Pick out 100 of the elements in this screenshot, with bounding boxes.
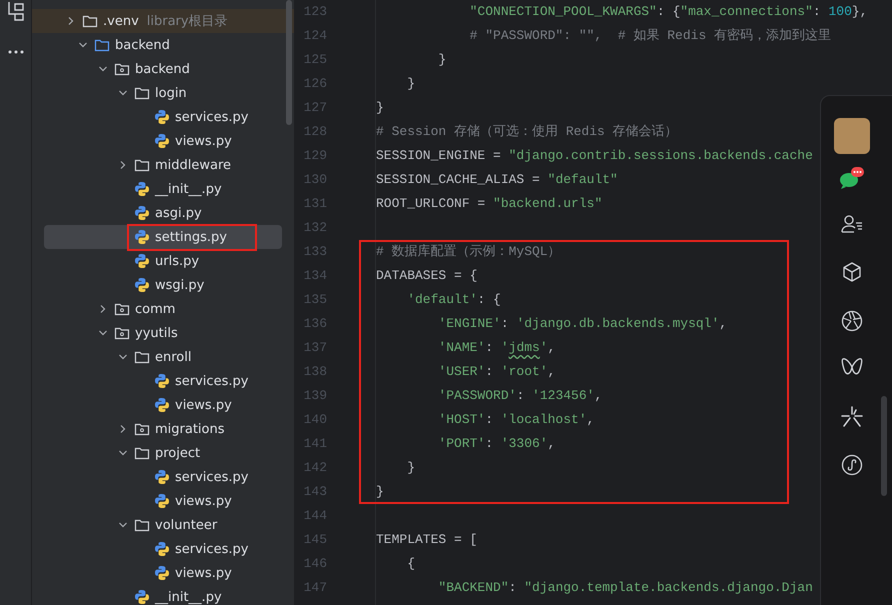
code-token: 'USER' bbox=[437, 364, 486, 379]
python-file-icon bbox=[134, 205, 150, 221]
code-token: : { bbox=[656, 4, 680, 19]
code-token: : { bbox=[477, 292, 501, 307]
folder-icon bbox=[134, 421, 150, 437]
tree-item[interactable]: comm bbox=[44, 297, 282, 321]
code-token: : bbox=[516, 388, 526, 403]
code-token: "backend.urls" bbox=[493, 196, 602, 211]
code-token: ' bbox=[500, 340, 509, 355]
more-icon[interactable] bbox=[8, 50, 24, 54]
python-file-icon bbox=[134, 229, 150, 245]
tree-item[interactable]: views.py bbox=[44, 129, 282, 153]
avatar-placeholder[interactable] bbox=[834, 118, 870, 154]
code-token: , bbox=[548, 436, 556, 451]
code-token: SESSION_CACHE_ALIAS = bbox=[376, 172, 541, 187]
python-file-icon bbox=[154, 397, 170, 413]
butterfly-icon[interactable] bbox=[841, 358, 863, 376]
tree-item[interactable]: wsgi.py bbox=[44, 273, 282, 297]
tree-item[interactable]: __init__.py bbox=[44, 585, 282, 605]
tree-item[interactable]: urls.py bbox=[44, 249, 282, 273]
code-token: 100 bbox=[828, 4, 852, 19]
code-token: } bbox=[406, 76, 416, 91]
python-file-icon bbox=[154, 493, 170, 509]
tree-item[interactable]: login bbox=[44, 81, 282, 105]
python-file-icon bbox=[134, 253, 150, 269]
code-token: 'PASSWORD' bbox=[437, 388, 516, 403]
code-token: } bbox=[376, 484, 384, 499]
cube-icon[interactable] bbox=[842, 262, 862, 282]
python-file-icon bbox=[134, 589, 150, 605]
code-comment: # "PASSWORD": "", # 如果 Redis 有密码，添加到这里 bbox=[468, 28, 832, 43]
folder-icon bbox=[114, 301, 130, 317]
code-token: ' bbox=[540, 340, 548, 355]
code-token: }, bbox=[852, 4, 868, 19]
code-token: '123456' bbox=[532, 388, 594, 403]
tree-item[interactable]: services.py bbox=[44, 369, 282, 393]
code-token: : bbox=[485, 436, 494, 451]
tree-item[interactable]: yyutils bbox=[44, 321, 282, 345]
tree-item[interactable]: asgi.py bbox=[44, 201, 282, 225]
folder-icon bbox=[134, 349, 150, 365]
code-token: , bbox=[548, 340, 556, 355]
code-comment: # 数据库配置（示例：MySQL） bbox=[376, 244, 561, 259]
folder-icon bbox=[134, 517, 150, 533]
code-token: 'PORT' bbox=[437, 436, 486, 451]
tree-item[interactable]: __init__.py bbox=[44, 177, 282, 201]
tree-item[interactable]: views.py bbox=[44, 489, 282, 513]
folder-icon bbox=[82, 13, 98, 29]
code-token: 'HOST' bbox=[437, 412, 486, 427]
folder-icon bbox=[134, 157, 150, 173]
tree-item[interactable]: enroll bbox=[44, 345, 282, 369]
scrollbar-thumb[interactable] bbox=[286, 0, 292, 125]
folder-icon bbox=[114, 61, 130, 77]
aperture-icon[interactable] bbox=[841, 310, 863, 332]
tree-item[interactable]: project bbox=[44, 441, 282, 465]
code-token: } bbox=[376, 100, 384, 115]
code-token: , bbox=[548, 364, 556, 379]
folder-icon bbox=[134, 445, 150, 461]
code-token: "django.template.backends.django.Djan bbox=[524, 580, 813, 595]
link-circle-icon[interactable] bbox=[841, 454, 863, 476]
code-token: DATABASES = { bbox=[376, 268, 478, 283]
code-token: } bbox=[406, 460, 416, 475]
python-file-icon bbox=[134, 277, 150, 293]
code-token: "CONNECTION_POOL_KWARGS" bbox=[468, 4, 657, 19]
tree-item[interactable]: views.py bbox=[44, 561, 282, 585]
code-token: "max_connections" bbox=[680, 4, 813, 19]
code-token: : bbox=[500, 316, 510, 331]
code-token: TEMPLATES = [ bbox=[376, 532, 478, 547]
code-comment: # Session 存储（可选：使用 Redis 存储会话） bbox=[376, 124, 678, 139]
code-token: : bbox=[485, 340, 494, 355]
code-token: "default" bbox=[548, 172, 618, 187]
structure-icon[interactable] bbox=[6, 2, 24, 22]
folder-icon bbox=[114, 325, 130, 341]
sparkle-icon[interactable] bbox=[841, 406, 863, 428]
tree-item[interactable]: migrations bbox=[44, 417, 282, 441]
tree-item[interactable]: services.py bbox=[44, 537, 282, 561]
tree-item[interactable]: services.py bbox=[44, 105, 282, 129]
tree-item[interactable]: .venv library根目录 bbox=[32, 9, 294, 33]
code-token: 'NAME' bbox=[437, 340, 486, 355]
path-hint: library根目录 bbox=[146, 13, 228, 30]
code-token: : bbox=[812, 4, 822, 19]
code-token: : bbox=[485, 412, 494, 427]
code-token: 'ENGINE' bbox=[437, 316, 501, 331]
tree-item[interactable]: services.py bbox=[44, 465, 282, 489]
code-token: SESSION_ENGINE = bbox=[376, 148, 502, 163]
tree-item[interactable]: settings.py bbox=[44, 225, 282, 249]
code-token: { bbox=[406, 556, 416, 571]
code-token: : bbox=[485, 364, 494, 379]
code-token: 'root' bbox=[500, 364, 548, 379]
chat-bubbles-icon[interactable] bbox=[839, 166, 865, 190]
tree-item[interactable]: views.py bbox=[44, 393, 282, 417]
code-token: : bbox=[508, 580, 518, 595]
code-token: 'default' bbox=[406, 292, 478, 307]
code-token: "BACKEND" bbox=[437, 580, 509, 595]
code-token: jdms bbox=[508, 340, 540, 355]
tree-item[interactable]: volunteer bbox=[44, 513, 282, 537]
tree-item[interactable]: middleware bbox=[44, 153, 282, 177]
tree-item[interactable]: backend bbox=[44, 33, 282, 57]
person-list-icon[interactable] bbox=[841, 214, 863, 234]
scrollbar-thumb[interactable] bbox=[881, 396, 887, 496]
tree-item[interactable]: backend bbox=[44, 57, 282, 81]
folder-icon bbox=[134, 85, 150, 101]
